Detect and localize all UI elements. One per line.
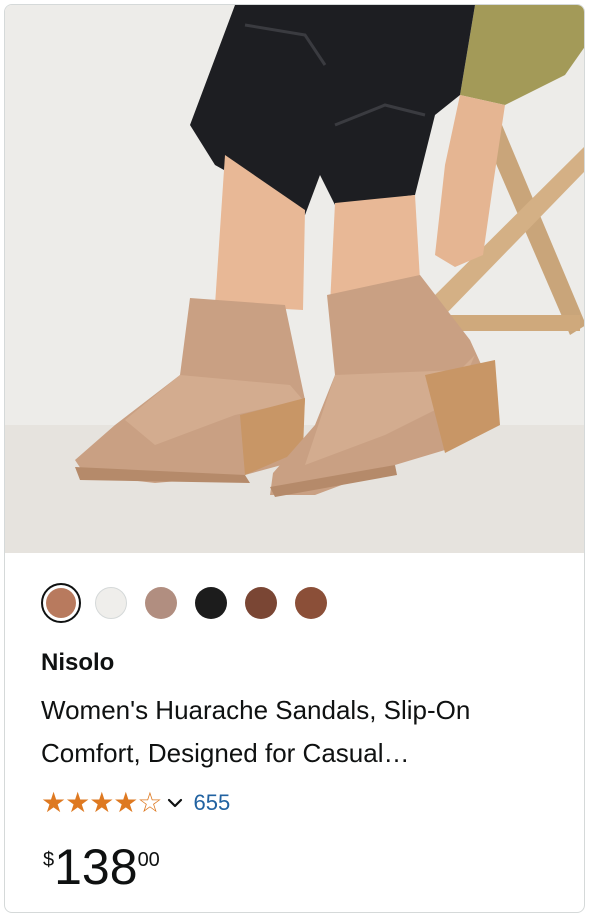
product-title-line: Comfort, Designed for Casual…: [41, 738, 410, 768]
chevron-down-icon[interactable]: [166, 794, 184, 812]
price: $ 138 00: [43, 837, 160, 897]
color-swatch[interactable]: [95, 587, 127, 619]
product-image[interactable]: [5, 5, 584, 553]
price-whole: 138: [54, 839, 138, 895]
product-title-line: Women's Huarache Sandals, Slip-On: [41, 695, 471, 725]
color-swatch[interactable]: [295, 587, 327, 619]
product-title[interactable]: Women's Huarache Sandals, Slip-On Comfor…: [41, 689, 561, 775]
color-swatch-selected[interactable]: [41, 583, 81, 623]
color-swatch[interactable]: [245, 587, 277, 619]
product-card[interactable]: Nisolo Women's Huarache Sandals, Slip-On…: [4, 4, 585, 913]
color-swatches: [41, 581, 345, 625]
color-swatch[interactable]: [145, 587, 177, 619]
brand-name: Nisolo: [41, 649, 115, 676]
color-swatch[interactable]: [195, 587, 227, 619]
price-symbol: $: [43, 849, 55, 871]
review-count-link[interactable]: 655: [194, 790, 231, 816]
star-rating[interactable]: ★★★★☆: [41, 787, 163, 819]
rating-row: ★★★★☆ 655: [41, 787, 230, 819]
price-fraction: 00: [137, 849, 160, 871]
